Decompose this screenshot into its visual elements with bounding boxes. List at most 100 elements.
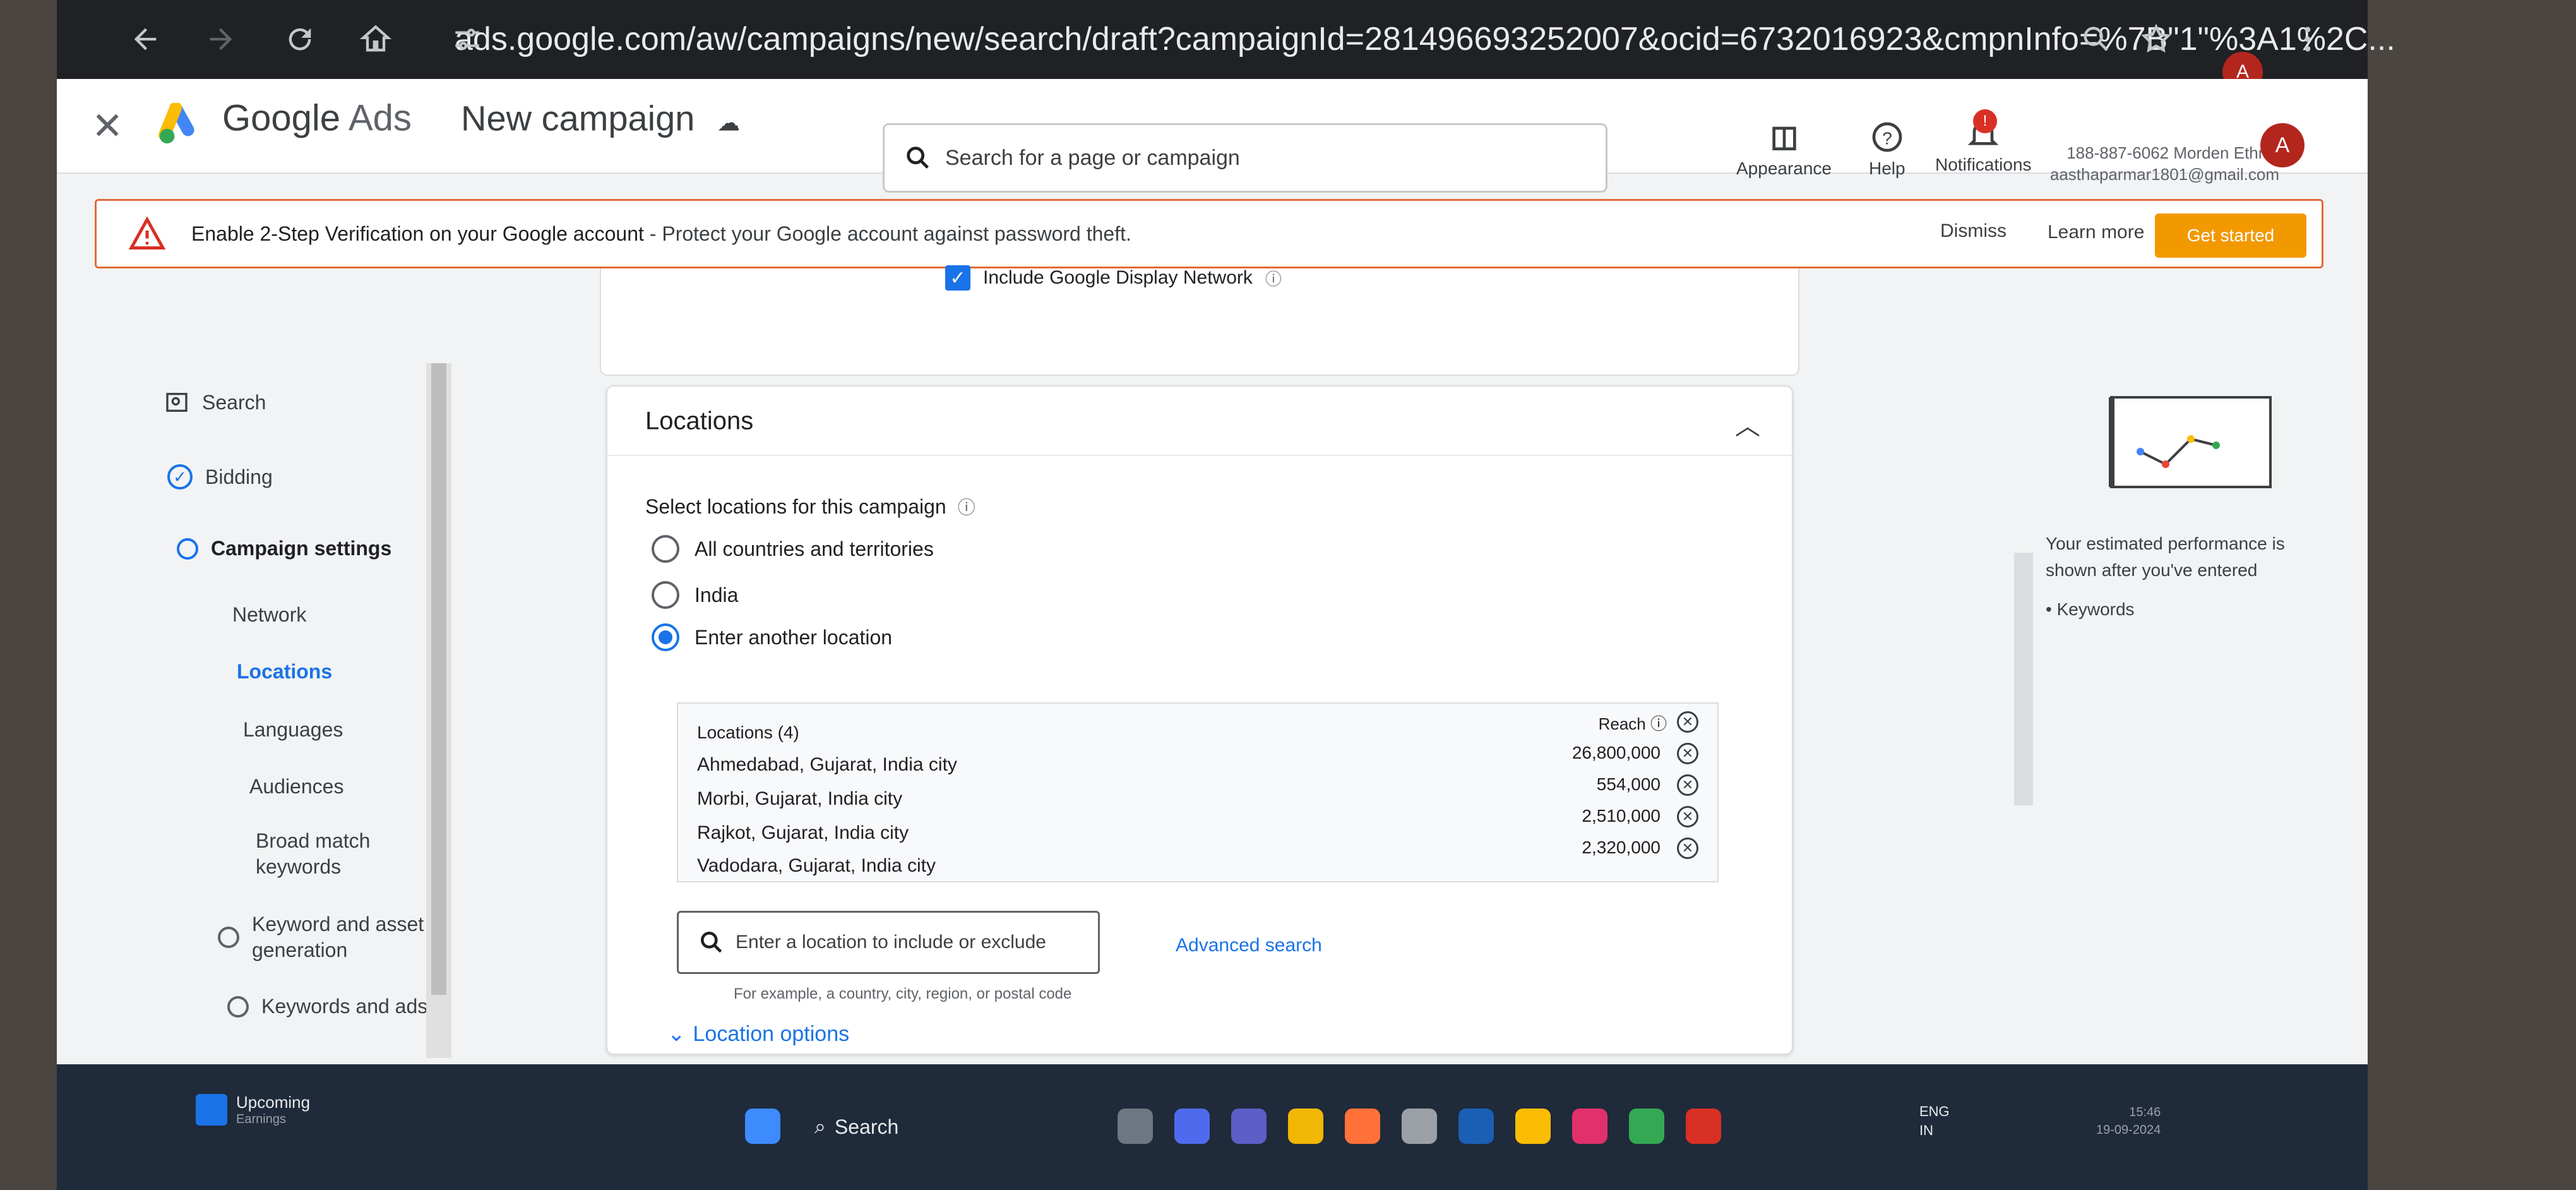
sidebar-label: Locations xyxy=(237,660,333,683)
site-settings-icon[interactable] xyxy=(451,23,483,55)
advanced-search-link[interactable]: Advanced search xyxy=(1176,935,1322,956)
page-title-text: New campaign xyxy=(461,98,695,138)
search-icon xyxy=(907,147,929,169)
remove-all-icon[interactable]: ✕ xyxy=(1677,711,1698,733)
sidebar-label: Network xyxy=(232,603,307,626)
location-name: Morbi, Gujarat, India city xyxy=(697,788,903,809)
forward-icon[interactable] xyxy=(196,14,246,64)
copilot-icon[interactable] xyxy=(1174,1109,1210,1144)
page-search-input[interactable]: Search for a page or campaign xyxy=(883,123,1607,193)
sidebar-item-languages[interactable]: Languages xyxy=(243,718,343,742)
home-icon[interactable] xyxy=(350,14,401,64)
address-bar[interactable]: ads.google.com/aw/campaigns/new/search/d… xyxy=(398,9,2395,69)
more-menu-icon[interactable] xyxy=(2282,14,2333,64)
locations-card-title: Locations xyxy=(645,407,754,435)
display-network-label: Include Google Display Network xyxy=(983,267,1253,288)
bookmark-star-icon[interactable] xyxy=(2131,14,2181,64)
radio-label: India xyxy=(695,583,739,606)
radio-selected-icon[interactable] xyxy=(652,623,679,651)
taskbar-search[interactable]: ⌕ Search xyxy=(814,1115,898,1139)
chrome-icon[interactable] xyxy=(1629,1109,1664,1144)
radio-all-countries[interactable]: All countries and territories xyxy=(652,535,934,563)
sidebar-item-keywords-ads[interactable]: Keywords and ads xyxy=(227,995,427,1018)
radio-enter-another[interactable]: Enter another location xyxy=(652,623,892,651)
store-icon[interactable] xyxy=(1402,1109,1437,1144)
sidebar-label: Bidding xyxy=(205,465,273,488)
taskbar-search-label: Search xyxy=(834,1115,899,1138)
teams-icon[interactable] xyxy=(1231,1109,1267,1144)
sidebar-label: Search xyxy=(202,390,266,414)
file-explorer-icon[interactable] xyxy=(1288,1109,1323,1144)
notification-badge: ! xyxy=(1973,109,1997,133)
taskbar: Upcoming Earnings ⌕ Search ENG IN 15:46 … xyxy=(57,1064,2368,1190)
help-icon[interactable]: ⓘ xyxy=(1265,267,1282,290)
account-avatar[interactable]: A xyxy=(2260,123,2305,167)
bullet-text: Keywords xyxy=(2056,599,2135,619)
sidebar-item-campaign-settings[interactable]: Campaign settings xyxy=(177,537,391,560)
sidebar-label: keywords xyxy=(256,855,342,878)
sidebar-item-audiences[interactable]: Audiences xyxy=(249,775,343,798)
close-icon[interactable]: ✕ xyxy=(92,104,123,148)
sidebar-item-bidding[interactable]: ✓ Bidding xyxy=(167,464,273,490)
help-icon[interactable]: ⓘ xyxy=(1650,714,1667,733)
sidebar-item-broad-match[interactable]: Broad match keywords xyxy=(256,829,370,879)
chevron-down-icon: ⌄ xyxy=(667,1022,686,1046)
check-icon: ✓ xyxy=(167,464,193,490)
sidebar-label: Keyword and asset xyxy=(252,913,424,935)
security-banner: Enable 2-Step Verification on your Googl… xyxy=(95,199,2323,268)
task-view-icon[interactable] xyxy=(1118,1109,1153,1144)
sidebar-item-keyword-asset-generation[interactable]: Keyword and asset generation xyxy=(218,913,424,962)
notifications-button[interactable]: ! Notifications xyxy=(1935,109,2032,175)
zoom-icon[interactable] xyxy=(2071,14,2121,64)
firefox-icon[interactable] xyxy=(1345,1109,1380,1144)
help-icon[interactable]: ⓘ xyxy=(958,494,975,519)
app-l-icon[interactable] xyxy=(1458,1109,1494,1144)
help-button[interactable]: ? Help xyxy=(1869,119,1905,179)
radio-india[interactable]: India xyxy=(652,581,738,609)
learn-more-button[interactable]: Learn more xyxy=(2048,222,2144,243)
display-network-option[interactable]: ✓ Include Google Display Network ⓘ xyxy=(945,265,1282,291)
collapse-chevron-icon[interactable]: ︿ xyxy=(1735,406,1760,442)
get-started-button[interactable]: Get started xyxy=(2155,213,2306,258)
performance-text: Your estimated performance is shown afte… xyxy=(2046,531,2285,623)
sidebar-item-network[interactable]: Network xyxy=(232,603,306,627)
ads-page: ✕ Google Ads New campaign ☁ Search for a… xyxy=(57,79,2368,1108)
location-options-toggle[interactable]: ⌄ Location options xyxy=(667,1021,849,1047)
back-icon[interactable] xyxy=(120,14,170,64)
scrollbar-thumb[interactable] xyxy=(431,363,446,995)
account-info[interactable]: 188-887-6062 Morden Ethnic aasthaparmar1… xyxy=(2050,142,2279,185)
weather-widget[interactable]: Upcoming Earnings xyxy=(196,1093,310,1127)
account-email: aasthaparmar1801@gmail.com xyxy=(2049,165,2279,184)
remove-location-icon[interactable]: ✕ xyxy=(1677,774,1698,796)
instagram-icon[interactable] xyxy=(1572,1109,1607,1144)
network-card: ✓ Include Google Display Network ⓘ xyxy=(600,265,1799,376)
sidebar-item-locations[interactable]: Locations xyxy=(237,660,332,683)
reload-icon[interactable] xyxy=(275,14,325,64)
checkbox-checked-icon[interactable]: ✓ xyxy=(945,265,970,291)
brand-name: Google Ads xyxy=(222,97,412,140)
locations-card-header[interactable]: Locations ︿ xyxy=(607,387,1792,456)
sidebar-label: Audiences xyxy=(249,775,344,798)
right-scrollbar[interactable] xyxy=(2014,553,2033,805)
sidebar-item-search[interactable]: Search xyxy=(164,390,266,415)
performance-line1: Your estimated performance is xyxy=(2046,534,2285,553)
remove-location-icon[interactable]: ✕ xyxy=(1677,838,1698,859)
account-name: 188-887-6062 Morden Ethnic xyxy=(2066,143,2279,162)
location-search-input[interactable]: Enter a location to include or exclude xyxy=(677,911,1100,974)
performance-line2: shown after you've entered xyxy=(2046,560,2258,580)
app-norton-icon[interactable] xyxy=(1515,1109,1551,1144)
radio-icon[interactable] xyxy=(652,581,679,609)
clock[interactable]: 15:46 19-09-2024 xyxy=(2096,1103,2161,1139)
search-placeholder: Search for a page or campaign xyxy=(945,145,1240,170)
step-circle-icon xyxy=(177,538,198,560)
appearance-button[interactable]: Appearance xyxy=(1736,119,1832,179)
sidebar-scrollbar[interactable] xyxy=(426,363,451,1058)
remove-location-icon[interactable]: ✕ xyxy=(1677,743,1698,764)
page-title: New campaign ☁ xyxy=(461,98,740,139)
dismiss-button[interactable]: Dismiss xyxy=(1940,220,2007,242)
radio-icon[interactable] xyxy=(652,535,679,563)
app-red-icon[interactable] xyxy=(1686,1109,1721,1144)
remove-location-icon[interactable]: ✕ xyxy=(1677,806,1698,827)
windows-start-icon[interactable] xyxy=(745,1109,780,1144)
language-indicator[interactable]: ENG IN xyxy=(1919,1102,1950,1140)
